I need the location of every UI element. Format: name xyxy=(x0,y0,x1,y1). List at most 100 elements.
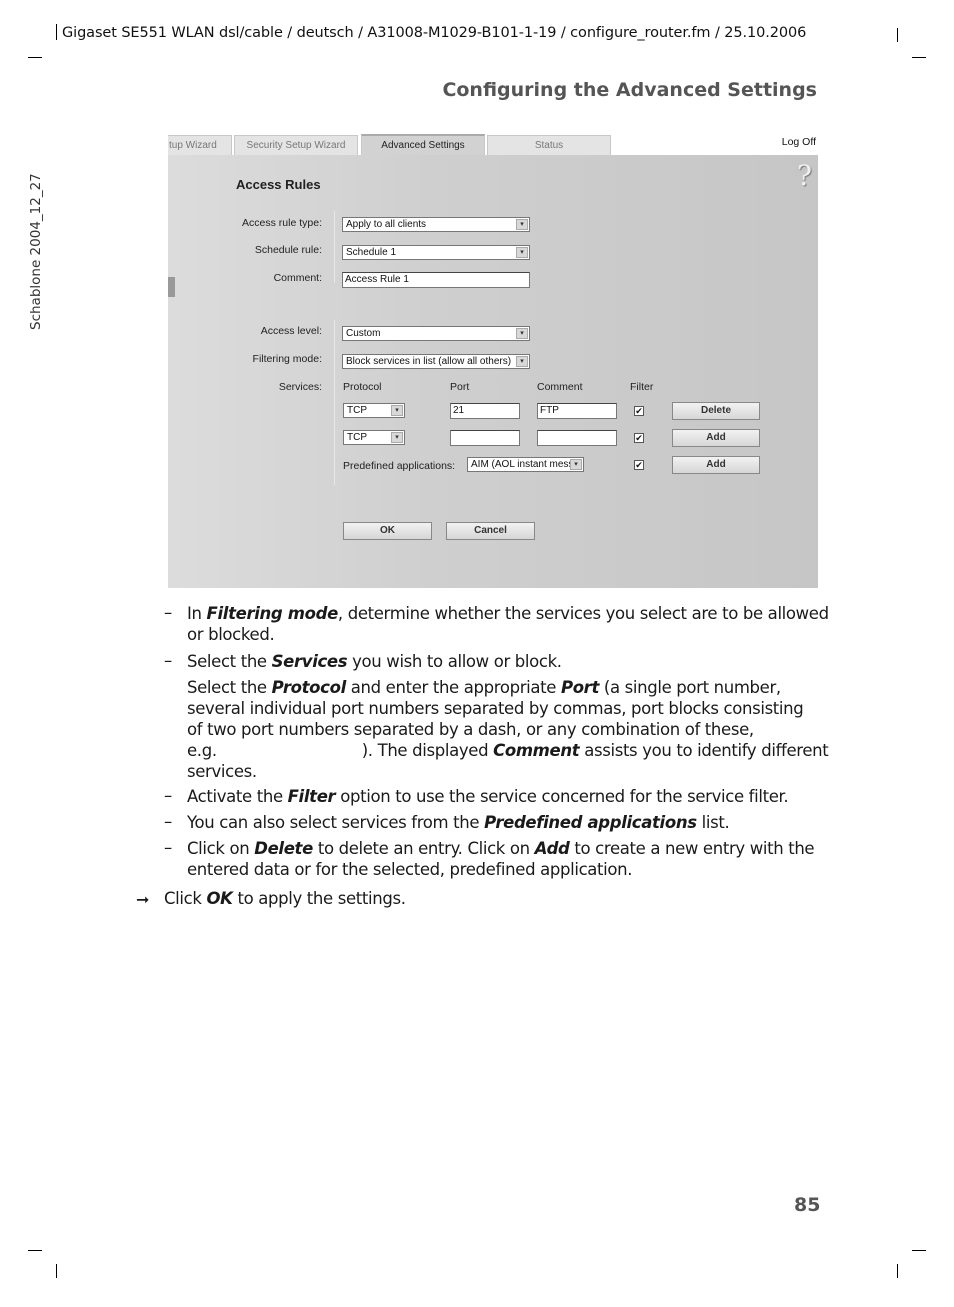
emphasis: Add xyxy=(534,839,570,858)
access-level-value: Custom xyxy=(346,328,381,339)
emphasis: Filter xyxy=(287,787,336,806)
router-screenshot: tup Wizard Security Setup Wizard Advance… xyxy=(168,134,818,588)
list-paragraph: Select the Protocol and enter the approp… xyxy=(187,677,829,782)
filtering-mode-select[interactable]: Block services in list (allow all others… xyxy=(342,354,530,369)
comment-label: Comment: xyxy=(273,272,322,284)
access-level-select[interactable]: Custom ▾ xyxy=(342,326,530,341)
tab-status[interactable]: Status xyxy=(487,135,611,155)
text: you wish to allow or block. xyxy=(347,652,562,671)
text: to apply the settings. xyxy=(232,889,406,908)
logoff-link[interactable]: Log Off xyxy=(782,136,816,148)
panel-title: Access Rules xyxy=(236,177,321,192)
protocol-select[interactable]: TCP ▾ xyxy=(343,403,405,418)
chevron-down-icon: ▾ xyxy=(516,219,528,230)
list-dash: – xyxy=(164,838,173,857)
service-comment-input[interactable]: FTP xyxy=(537,403,617,419)
settings-panel: ? Access Rules Access rule type: Apply t… xyxy=(168,155,818,588)
filter-checkbox[interactable]: ✔ xyxy=(634,460,644,470)
list-item: In Filtering mode, determine whether the… xyxy=(187,603,829,645)
text: Select the xyxy=(187,652,272,671)
crop-mark xyxy=(897,28,898,42)
add-button[interactable]: Add xyxy=(672,429,760,447)
text: assists you to identify different xyxy=(579,741,829,760)
text: Click on xyxy=(187,839,255,858)
list-dash: – xyxy=(164,651,173,670)
final-step: Click OK to apply the settings. xyxy=(164,888,406,909)
crop-mark xyxy=(56,1264,57,1278)
protocol-value: TCP xyxy=(347,405,367,416)
services-label: Services: xyxy=(278,381,322,393)
text: or blocked. xyxy=(187,625,275,644)
schedule-rule-select[interactable]: Schedule 1 ▾ xyxy=(342,245,530,260)
emphasis: Delete xyxy=(254,839,313,858)
text: (a single port number, xyxy=(599,678,781,697)
predefined-applications-select[interactable]: AIM (AOL instant mess ▾ xyxy=(467,457,584,472)
emphasis: Services xyxy=(271,652,348,671)
predefined-applications-value: AIM (AOL instant mess xyxy=(471,459,574,470)
emphasis: Filtering mode xyxy=(206,604,339,623)
divider xyxy=(334,320,335,485)
text: to create a new entry with the xyxy=(569,839,815,858)
help-icon[interactable]: ? xyxy=(797,159,812,192)
chevron-down-icon: ▾ xyxy=(391,432,403,443)
column-protocol: Protocol xyxy=(343,381,382,393)
chevron-down-icon: ▾ xyxy=(391,405,403,416)
ok-button[interactable]: OK xyxy=(343,522,432,540)
text: Activate the xyxy=(187,787,288,806)
text: e.g. xyxy=(187,741,217,760)
filter-checkbox[interactable]: ✔ xyxy=(634,433,644,443)
page-number: 85 xyxy=(794,1194,821,1216)
filtering-mode-value: Block services in list (allow all others… xyxy=(346,356,512,367)
list-item: Select the Services you wish to allow or… xyxy=(187,651,562,672)
text: to delete an entry. Click on xyxy=(312,839,535,858)
crop-mark xyxy=(912,1250,926,1251)
list-dash: – xyxy=(164,786,173,805)
text: entered data or for the selected, predef… xyxy=(187,860,633,879)
arrow-right-icon: ➞ xyxy=(136,890,150,909)
scrollbar-handle[interactable] xyxy=(168,277,175,297)
service-comment-input[interactable] xyxy=(537,430,617,446)
chevron-down-icon: ▾ xyxy=(516,247,528,258)
port-input[interactable] xyxy=(450,430,520,446)
add-predefined-button[interactable]: Add xyxy=(672,456,760,474)
comment-input[interactable]: Access Rule 1 xyxy=(342,272,530,288)
chevron-down-icon: ▾ xyxy=(516,356,528,367)
text: several individual port numbers separate… xyxy=(187,699,804,718)
tab-bar: tup Wizard Security Setup Wizard Advance… xyxy=(168,134,818,155)
text: , determine whether the services you sel… xyxy=(337,604,829,623)
access-rule-type-value: Apply to all clients xyxy=(346,219,427,230)
filtering-mode-label: Filtering mode: xyxy=(252,353,322,365)
text: You can also select services from the xyxy=(187,813,485,832)
side-label: Schablone 2004_12_27 xyxy=(28,173,44,330)
tab-setup-wizard[interactable]: tup Wizard xyxy=(168,135,232,155)
list-item: You can also select services from the Pr… xyxy=(187,812,730,833)
emphasis: Comment xyxy=(493,741,580,760)
crop-mark xyxy=(28,57,42,58)
tab-advanced-settings[interactable]: Advanced Settings xyxy=(361,134,485,155)
delete-button[interactable]: Delete xyxy=(672,402,760,420)
predefined-applications-label: Predefined applications: xyxy=(343,460,456,472)
chevron-down-icon: ▾ xyxy=(570,459,582,470)
text: In xyxy=(187,604,207,623)
list-item: Click on Delete to delete an entry. Clic… xyxy=(187,838,815,880)
protocol-select[interactable]: TCP ▾ xyxy=(343,430,405,445)
running-head: Gigaset SE551 WLAN dsl/cable / deutsch /… xyxy=(56,24,806,41)
cancel-button[interactable]: Cancel xyxy=(446,522,535,540)
text: ). The displayed xyxy=(361,741,494,760)
text: option to use the service concerned for … xyxy=(335,787,789,806)
column-port: Port xyxy=(450,381,470,393)
emphasis: Port xyxy=(560,678,600,697)
port-input[interactable]: 21 xyxy=(450,403,520,419)
crop-mark xyxy=(912,57,926,58)
crop-mark xyxy=(28,1250,42,1251)
crop-mark xyxy=(897,1264,898,1278)
filter-checkbox[interactable]: ✔ xyxy=(634,406,644,416)
emphasis: Protocol xyxy=(271,678,347,697)
emphasis: OK xyxy=(206,889,233,908)
text: services. xyxy=(187,762,257,781)
section-title: Configuring the Advanced Settings xyxy=(442,79,817,101)
tab-security-setup-wizard[interactable]: Security Setup Wizard xyxy=(234,135,358,155)
access-rule-type-select[interactable]: Apply to all clients ▾ xyxy=(342,217,530,232)
text: Select the xyxy=(187,678,272,697)
list-item: Activate the Filter option to use the se… xyxy=(187,786,789,807)
